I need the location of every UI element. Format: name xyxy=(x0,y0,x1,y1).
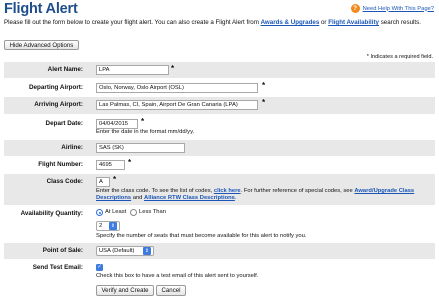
airline-input[interactable]: SAS (SK) xyxy=(96,143,185,153)
class-code-hint: Enter the class code. To see the list of… xyxy=(96,188,431,203)
send-test-email-row: Send Test Email: ✓ Check this box to hav… xyxy=(4,261,435,283)
class-code-label: Class Code: xyxy=(46,178,83,185)
required-asterisk: * xyxy=(171,64,175,73)
point-of-sale-value: USA (Default) xyxy=(99,247,135,254)
send-test-email-checkbox[interactable]: ✓ xyxy=(96,264,103,271)
help-link[interactable]: Need Help With This Page? xyxy=(363,6,434,12)
less-than-radio[interactable] xyxy=(130,209,137,216)
class-code-input[interactable]: A xyxy=(96,177,110,187)
less-than-label: Less Than xyxy=(139,209,166,215)
required-asterisk: * xyxy=(262,98,266,107)
hint-text: . For further reference of special codes… xyxy=(240,188,355,194)
cancel-button[interactable]: Cancel xyxy=(156,285,186,296)
alert-name-input[interactable]: LPA xyxy=(96,65,169,75)
point-of-sale-row: Point of Sale: USA (Default) ⇕ xyxy=(4,243,435,259)
hint-text: . xyxy=(234,195,237,202)
arriving-airport-input[interactable]: Las Palmas, CI, Spain, Airport De Gran C… xyxy=(96,100,258,110)
awards-upgrades-link[interactable]: Awards & Upgrades xyxy=(261,19,320,26)
departing-airport-label: Departing Airport: xyxy=(29,84,83,91)
verify-and-create-button[interactable]: Verify and Create xyxy=(96,285,154,296)
alert-name-label: Alert Name: xyxy=(47,66,83,73)
depart-date-row: Depart Date: 04/04/2015 * Enter the date… xyxy=(4,116,435,138)
at-least-label: At Least xyxy=(105,209,127,215)
availability-quantity-hint: Specify the number of seats that must be… xyxy=(96,233,307,239)
flight-number-input[interactable]: 4695 xyxy=(96,160,125,170)
departing-airport-input[interactable]: Oslo, Norway, Oslo Airport (OSL) xyxy=(96,83,258,93)
depart-date-label: Depart Date: xyxy=(45,120,83,127)
send-test-email-hint: Check this box to have a test email of t… xyxy=(96,273,259,279)
departing-airport-row: Departing Airport: Oslo, Norway, Oslo Ai… xyxy=(4,80,435,96)
required-field-note: * Indicates a required field. xyxy=(366,54,433,60)
airline-label: Airline: xyxy=(61,144,83,151)
availability-quantity-label: Availability Quantity: xyxy=(20,210,83,217)
quantity-select[interactable]: 2 ⇕ xyxy=(96,221,120,231)
point-of-sale-label: Point of Sale: xyxy=(42,247,83,254)
quantity-select-value: 2 xyxy=(99,222,103,229)
hide-advanced-options-button[interactable]: Hide Advanced Options xyxy=(4,40,79,50)
at-least-radio[interactable] xyxy=(96,209,103,216)
flight-number-label: Flight Number: xyxy=(38,161,83,168)
depart-date-hint: Enter the date in the format mm/dd/yy. xyxy=(96,129,195,135)
required-asterisk: * xyxy=(141,117,145,126)
intro-text-part: Please fill out the form below to create… xyxy=(4,19,261,26)
required-asterisk: * xyxy=(262,81,266,90)
depart-date-input[interactable]: 04/04/2015 xyxy=(96,119,138,129)
updown-arrow-icon: ⇕ xyxy=(143,247,151,255)
updown-arrow-icon: ⇕ xyxy=(109,222,117,230)
help-link-group[interactable]: ? Need Help With This Page? xyxy=(350,4,434,13)
arriving-airport-label: Arriving Airport: xyxy=(34,101,83,108)
question-circle-icon[interactable]: ? xyxy=(350,4,360,13)
alert-name-row: Alert Name: LPA * xyxy=(4,62,435,78)
flight-number-row: Flight Number: 4695 * xyxy=(4,157,435,173)
flight-availability-link[interactable]: Flight Availability xyxy=(328,19,379,26)
intro-text-part: or xyxy=(319,19,329,26)
alliance-rtw-class-descriptions-link[interactable]: Alliance RTW Class Descriptions xyxy=(144,195,235,201)
required-asterisk: * xyxy=(113,175,117,184)
airline-row: Airline: SAS (SK) xyxy=(4,140,435,156)
arriving-airport-row: Arriving Airport: Las Palmas, CI, Spain,… xyxy=(4,97,435,114)
class-code-row: Class Code: A * Enter the class code. To… xyxy=(4,174,435,205)
page-title: Flight Alert xyxy=(4,1,78,17)
hint-text: Enter the class code. To see the list of… xyxy=(96,188,214,194)
intro-text: Please fill out the form below to create… xyxy=(4,19,432,27)
availability-quantity-row: Availability Quantity: At Least Less Tha… xyxy=(4,206,435,242)
hint-text: and xyxy=(131,195,145,202)
required-asterisk: * xyxy=(128,158,132,167)
intro-text-part: search results. xyxy=(378,19,421,26)
send-test-email-label: Send Test Email: xyxy=(32,264,83,271)
checkmark-icon: ✓ xyxy=(97,263,102,270)
point-of-sale-select[interactable]: USA (Default) ⇕ xyxy=(96,246,154,256)
class-codes-link[interactable]: click here xyxy=(214,188,241,194)
